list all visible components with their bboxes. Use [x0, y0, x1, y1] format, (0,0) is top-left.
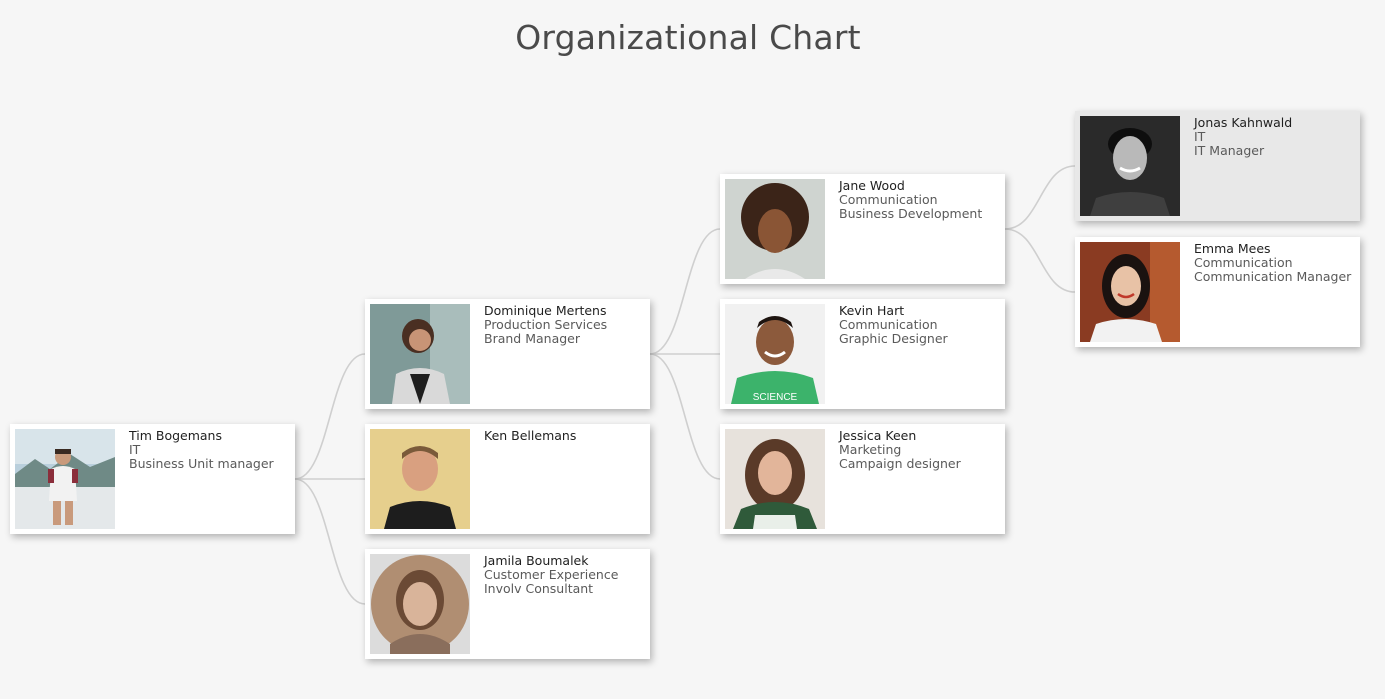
person-department: Production Services: [484, 317, 608, 332]
person-department: Communication: [1194, 255, 1293, 270]
person-name: Jessica Keen: [839, 428, 917, 443]
person-name: Dominique Mertens: [484, 303, 607, 318]
connector-lines: [294, 165, 1076, 605]
person-photo: [725, 429, 825, 529]
link-jane-jonas: [1004, 165, 1076, 230]
person-department: Customer Experience: [484, 567, 619, 582]
person-photo: [370, 304, 470, 404]
link-jane-emma: [1004, 228, 1076, 293]
person-photo: [370, 554, 470, 654]
person-name: Jonas Kahnwald: [1194, 115, 1293, 130]
org-card-jane-wood[interactable]: Jane Wood Communication Business Develop…: [720, 174, 1005, 284]
person-photo: SCIENCE: [725, 304, 825, 404]
person-role: Campaign designer: [839, 456, 961, 471]
person-role: Involv Consultant: [484, 581, 594, 596]
person-department: Communication: [839, 192, 938, 207]
org-card-jessica-keen[interactable]: Jessica Keen Marketing Campaign designer: [720, 424, 1005, 534]
link-dominique-jane: [649, 228, 721, 355]
org-card-jamila-boumalek[interactable]: Jamila Boumalek Customer Experience Invo…: [365, 549, 650, 659]
svg-text:SCIENCE: SCIENCE: [753, 392, 798, 403]
org-card-emma-mees[interactable]: Emma Mees Communication Communication Ma…: [1075, 237, 1360, 347]
org-card-jonas-kahnwald[interactable]: Jonas Kahnwald IT IT Manager: [1075, 111, 1360, 221]
link-tim-jamila: [294, 478, 366, 605]
person-photo: [15, 429, 115, 529]
person-name: Kevin Hart: [839, 303, 905, 318]
org-card-kevin-hart[interactable]: SCIENCE Kevin Hart Communication Graphic…: [720, 299, 1005, 409]
person-role: IT Manager: [1194, 143, 1265, 158]
person-role: Graphic Designer: [839, 331, 948, 346]
person-department: IT: [1194, 129, 1206, 144]
person-name: Jane Wood: [839, 178, 905, 193]
person-name: Emma Mees: [1194, 241, 1271, 256]
person-name: Jamila Boumalek: [484, 553, 589, 568]
person-role: Business Unit manager: [129, 456, 274, 471]
person-name: Tim Bogemans: [129, 428, 222, 443]
org-chart-canvas: Organizational Chart Tim Bogemans IT Bus…: [0, 0, 1385, 699]
page-title: Organizational Chart: [515, 18, 861, 57]
person-photo: [370, 429, 470, 529]
org-card-ken-bellemans[interactable]: Ken Bellemans: [365, 424, 650, 534]
person-role: Brand Manager: [484, 331, 580, 346]
person-name: Ken Bellemans: [484, 428, 577, 443]
person-department: IT: [129, 442, 141, 457]
link-dominique-jessica: [649, 353, 721, 480]
person-role: Communication Manager: [1194, 269, 1352, 284]
org-card-dominique-mertens[interactable]: Dominique Mertens Production Services Br…: [365, 299, 650, 409]
person-role: Business Development: [839, 206, 983, 221]
person-photo: [1080, 242, 1180, 342]
person-department: Communication: [839, 317, 938, 332]
person-photo: [725, 179, 825, 279]
person-department: Marketing: [839, 442, 902, 457]
person-photo: [1080, 116, 1180, 216]
link-tim-dominique: [294, 353, 366, 480]
org-card-tim-bogemans[interactable]: Tim Bogemans IT Business Unit manager: [10, 424, 295, 534]
